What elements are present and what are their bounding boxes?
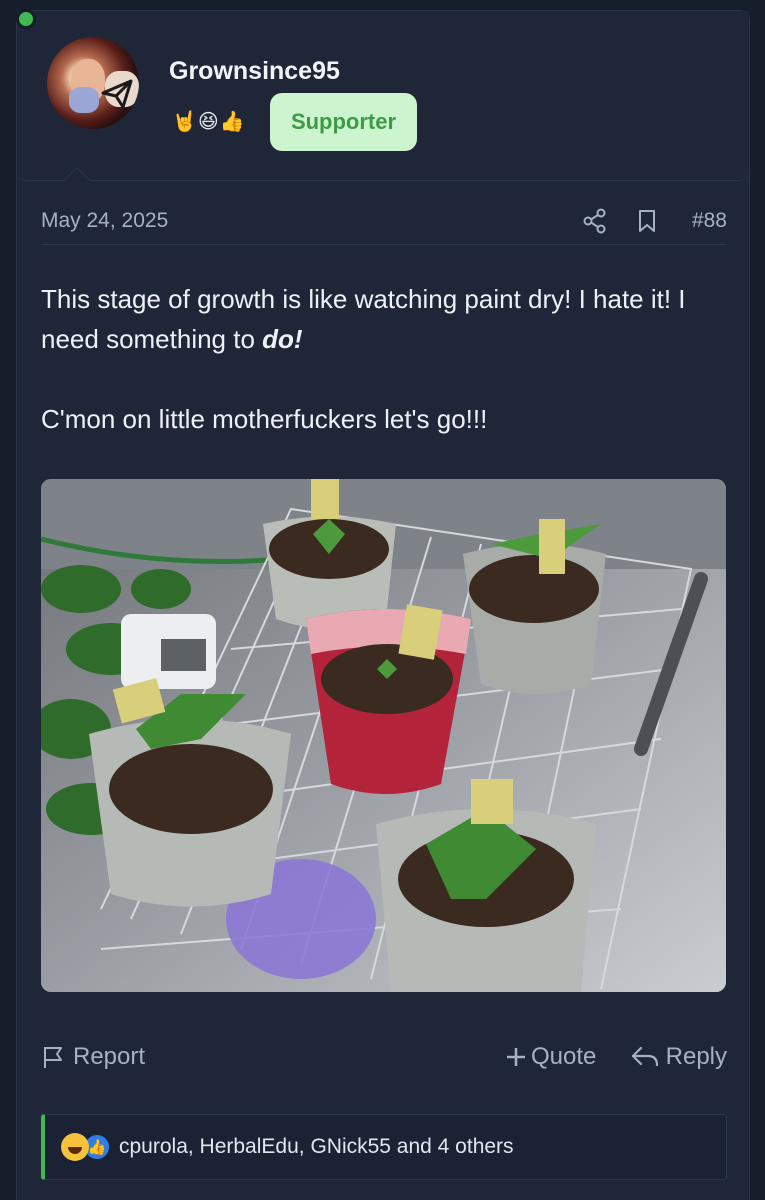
post-date[interactable]: May 24, 2025	[41, 209, 168, 233]
supporter-badge: Supporter	[270, 93, 417, 151]
report-button[interactable]: Report	[41, 1043, 145, 1071]
reply-button[interactable]: Reply	[630, 1043, 727, 1071]
post-card: Grownsince95 🤘😆👍 Supporter May 24, 2025 …	[16, 10, 750, 1200]
post-meta-bar: May 24, 2025 #88	[41, 207, 727, 245]
cup-bottom-right	[376, 809, 596, 992]
flag-icon	[44, 1047, 62, 1068]
post-body: This stage of growth is like watching pa…	[41, 279, 731, 479]
laugh-reaction-icon	[61, 1133, 89, 1161]
post-actions-bar: Report Quote Reply	[41, 1043, 727, 1075]
share-icon[interactable]	[581, 207, 609, 235]
bookmark-icon[interactable]	[633, 207, 661, 235]
post-paragraph-2: C'mon on little motherfuckers let's go!!…	[41, 404, 488, 434]
report-label: Report	[73, 1043, 146, 1070]
user-emoji-flair: 🤘😆👍	[172, 111, 246, 133]
reactions-bar[interactable]: 👍 cpurola, HerbalEdu, GNick55 and 4 othe…	[41, 1114, 727, 1180]
reply-arrow-icon	[631, 1046, 658, 1067]
paper-plane-icon	[101, 79, 133, 109]
post-number-link[interactable]: #88	[692, 209, 727, 233]
reaction-users-text[interactable]: cpurola, HerbalEdu, GNick55 and 4 others	[119, 1135, 514, 1159]
emphasis-text: do!	[262, 324, 303, 354]
post-image-seedlings[interactable]	[41, 479, 726, 992]
reply-label: Reply	[665, 1043, 727, 1070]
quote-button[interactable]: Quote	[505, 1043, 596, 1071]
user-info-block: Grownsince95 🤘😆👍 Supporter	[17, 11, 749, 181]
post-paragraph-1: This stage of growth is like watching pa…	[41, 284, 686, 354]
online-status-dot	[16, 9, 36, 29]
username[interactable]: Grownsince95	[169, 57, 340, 86]
quote-label: Quote	[531, 1043, 597, 1070]
cup-top-right	[463, 524, 606, 694]
seedlings-photo	[41, 479, 726, 992]
plus-icon	[507, 1048, 525, 1066]
reaction-icons: 👍	[61, 1133, 111, 1161]
avatar[interactable]	[47, 37, 139, 129]
